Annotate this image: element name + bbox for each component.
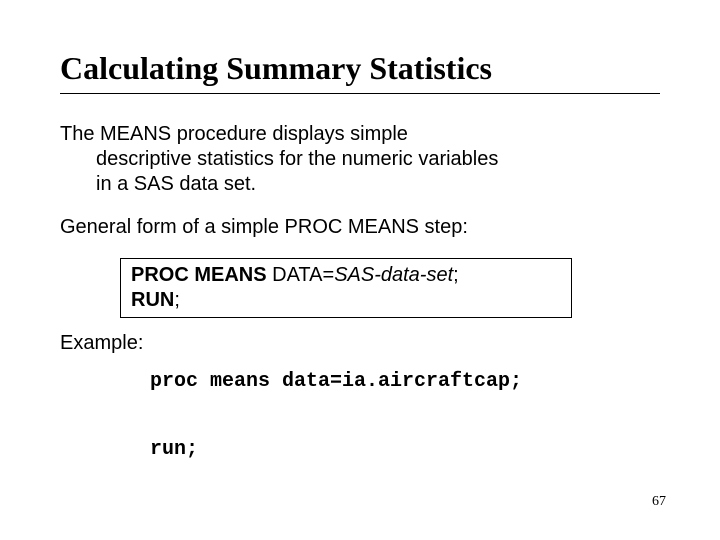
slide: Calculating Summary Statistics The MEANS… [0,0,720,540]
syntax-semicolon-1: ; [453,264,459,286]
syntax-semicolon-2: ; [174,289,180,311]
example-label: Example: [60,332,660,355]
syntax-line-2: RUN; [131,288,561,313]
syntax-italic-dataset: SAS-data-set [334,264,453,286]
syntax-line-1: PROC MEANS DATA=SAS-data-set; [131,263,561,288]
intro-line-1: The MEANS procedure displays simple [60,123,408,145]
syntax-keyword-proc-means: PROC MEANS [131,264,267,286]
code-line-1: proc means data=ia.aircraftcap; [150,370,522,393]
intro-line-2: descriptive statistics for the numeric v… [60,147,660,172]
intro-line-3: in a SAS data set. [60,172,660,197]
syntax-text-data-eq: DATA= [267,264,335,286]
code-line-2: run; [150,438,198,461]
syntax-box: PROC MEANS DATA=SAS-data-set; RUN; [120,258,572,318]
title-rule [60,93,660,94]
syntax-keyword-run: RUN [131,289,174,311]
page-number: 67 [652,494,666,510]
intro-paragraph: The MEANS procedure displays simple desc… [60,122,660,197]
general-form-label: General form of a simple PROC MEANS step… [60,215,660,240]
code-block: proc means data=ia.aircraftcap; run; [150,365,660,467]
page-title: Calculating Summary Statistics [60,50,660,87]
